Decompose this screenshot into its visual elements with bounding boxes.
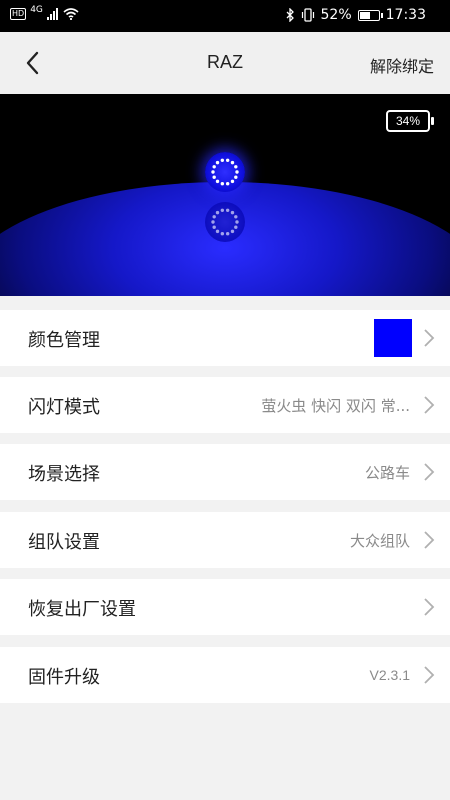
factory-reset-row[interactable]: 恢复出厂设置 [0, 579, 450, 635]
chevron-right-icon [424, 666, 435, 684]
chevron-right-icon [424, 396, 435, 414]
led-dot [215, 210, 220, 215]
led-dot [230, 229, 235, 234]
led-dot [225, 208, 230, 213]
signal-icon [46, 8, 58, 20]
led-dot [215, 229, 220, 234]
led-ring-icon [211, 158, 239, 186]
status-bar: HD 4G 52% 17:33 [0, 0, 450, 32]
clock: 17:33 [385, 7, 426, 23]
led-dot [235, 220, 239, 224]
led-dot [220, 181, 225, 186]
led-dot [234, 175, 238, 179]
led-dot [212, 215, 216, 219]
flash-mode-value: 萤火虫 快闪 双闪 常... [261, 397, 410, 415]
bluetooth-icon [286, 8, 294, 22]
team-settings-value: 大众组队 [349, 532, 410, 550]
wifi-icon [63, 8, 79, 20]
led-dot [235, 170, 239, 174]
led-dot [215, 160, 220, 165]
chevron-right-icon [424, 531, 435, 549]
status-right: 52% 17:33 [286, 7, 426, 23]
led-dot [225, 231, 230, 236]
led-dot [211, 220, 215, 224]
led-dot [220, 158, 225, 163]
navigation-bar: RAZ 解除绑定 [0, 32, 450, 94]
device-light [205, 152, 245, 192]
led-dot [212, 225, 216, 229]
factory-reset-label: 恢复出厂设置 [28, 599, 136, 620]
scene-select-row[interactable]: 场景选择 公路车 [0, 444, 450, 500]
led-dot [230, 160, 235, 165]
flash-mode-label: 闪灯模式 [28, 397, 100, 418]
device-battery-indicator: 34% [386, 110, 434, 132]
led-dot [212, 175, 216, 179]
status-left: HD 4G [10, 5, 79, 20]
led-dot [225, 158, 230, 163]
battery-icon [357, 9, 383, 21]
led-dot [225, 181, 230, 186]
battery-percent-label: 52% [320, 7, 352, 23]
team-settings-row[interactable]: 组队设置 大众组队 [0, 512, 450, 568]
device-light-reflection [205, 202, 245, 242]
led-dot [230, 210, 235, 215]
color-management-row[interactable]: 颜色管理 [0, 310, 450, 366]
led-dot [211, 170, 215, 174]
firmware-upgrade-row[interactable]: 固件升级 V2.3.1 [0, 647, 450, 703]
firmware-version-value: V2.3.1 [369, 667, 410, 683]
led-dot [234, 215, 238, 219]
firmware-upgrade-label: 固件升级 [28, 667, 100, 688]
team-settings-label: 组队设置 [28, 532, 100, 553]
led-dot [220, 231, 225, 236]
led-ring-reflection-icon [211, 208, 239, 236]
led-dot [215, 179, 220, 184]
led-dot [234, 165, 238, 169]
scene-select-value: 公路车 [364, 464, 410, 482]
battery-fill [359, 11, 371, 19]
scene-select-label: 场景选择 [28, 464, 100, 485]
hd-icon: HD [10, 8, 27, 20]
chevron-right-icon [424, 598, 435, 616]
network-type-label: 4G [30, 5, 43, 15]
color-swatch [374, 319, 412, 357]
chevron-right-icon [424, 463, 435, 481]
flash-mode-row[interactable]: 闪灯模式 萤火虫 快闪 双闪 常... [0, 377, 450, 433]
led-dot [234, 225, 238, 229]
device-preview: 34% [0, 94, 450, 296]
led-dot [212, 165, 216, 169]
vibrate-icon [301, 8, 314, 22]
color-management-label: 颜色管理 [28, 330, 100, 351]
led-dot [230, 179, 235, 184]
chevron-right-icon [424, 329, 435, 347]
unbind-button[interactable]: 解除绑定 [370, 53, 434, 77]
led-dot [220, 208, 225, 213]
